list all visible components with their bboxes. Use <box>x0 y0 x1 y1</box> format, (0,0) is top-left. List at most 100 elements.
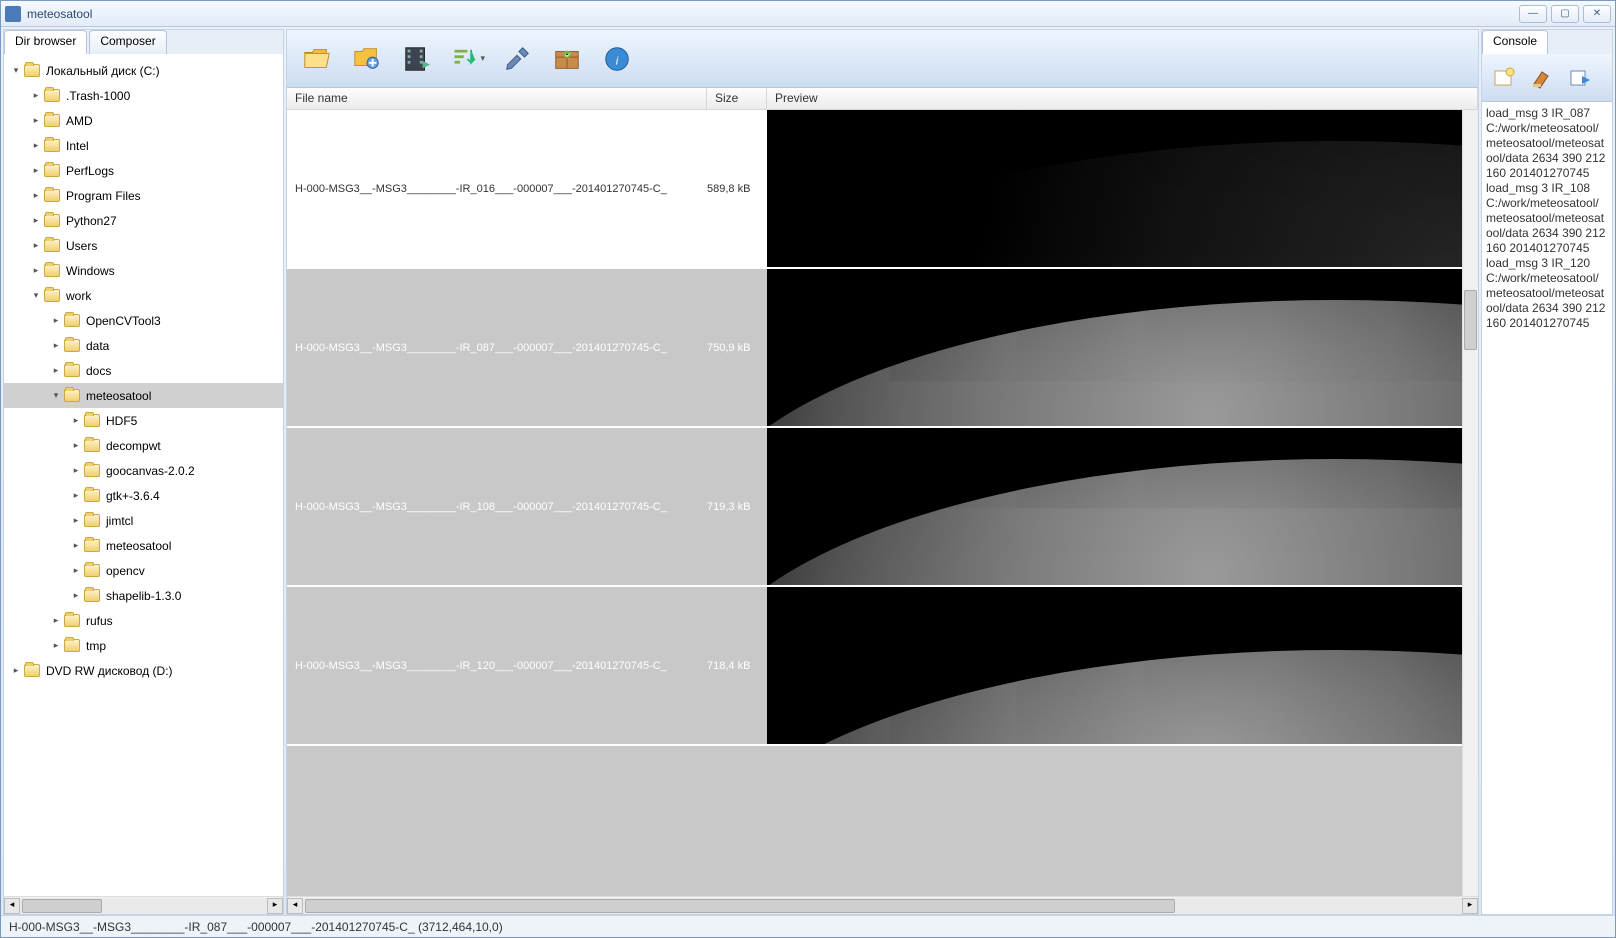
expander-icon[interactable]: ▸ <box>70 540 82 551</box>
expander-icon[interactable]: ▾ <box>50 390 62 401</box>
folder-icon <box>84 464 100 477</box>
info-button[interactable]: i <box>599 41 635 77</box>
titlebar: meteosatool — ▢ ✕ <box>1 1 1615 27</box>
tree-item-label: decompwt <box>106 439 161 453</box>
tree-item[interactable]: ▾ meteosatool <box>4 383 283 408</box>
expander-icon[interactable]: ▸ <box>30 165 42 176</box>
film-button[interactable] <box>399 41 435 77</box>
tree-item[interactable]: ▸.Trash-1000 <box>4 83 283 108</box>
tab-composer[interactable]: Composer <box>89 30 166 54</box>
expander-icon[interactable]: ▾ <box>10 65 22 76</box>
expander-icon[interactable]: ▸ <box>70 565 82 576</box>
expander-icon[interactable]: ▸ <box>30 240 42 251</box>
tree-item-label: OpenCVTool3 <box>86 314 161 328</box>
cell-filename: H-000-MSG3__-MSG3________-IR_087___-0000… <box>287 269 707 426</box>
tree-item-label: data <box>86 339 109 353</box>
console-line: load_msg 3 IR_120 C:/work/meteosatool/me… <box>1486 256 1608 331</box>
tree-item[interactable]: ▸rufus <box>4 608 283 633</box>
tree-item[interactable]: ▸meteosatool <box>4 533 283 558</box>
tree-item-label: meteosatool <box>86 389 151 403</box>
expander-icon[interactable]: ▸ <box>10 665 22 676</box>
expander-icon[interactable]: ▸ <box>50 615 62 626</box>
expander-icon[interactable]: ▸ <box>50 315 62 326</box>
tree-item[interactable]: ▸tmp <box>4 633 283 658</box>
expander-icon[interactable]: ▸ <box>70 515 82 526</box>
tab-dir-browser[interactable]: Dir browser <box>4 30 87 54</box>
console-new-button[interactable] <box>1490 64 1518 92</box>
window-title: meteosatool <box>27 7 1519 21</box>
center-hscrollbar[interactable]: ◂▸ <box>287 896 1478 914</box>
expander-icon[interactable]: ▸ <box>30 215 42 226</box>
expander-icon[interactable]: ▸ <box>30 265 42 276</box>
expander-icon[interactable]: ▸ <box>50 365 62 376</box>
status-text: H-000-MSG3__-MSG3________-IR_087___-0000… <box>9 920 503 934</box>
tab-console[interactable]: Console <box>1482 30 1548 54</box>
tree-item[interactable]: ▸shapelib-1.3.0 <box>4 583 283 608</box>
expander-icon[interactable]: ▸ <box>70 440 82 451</box>
console-line: load_msg 3 IR_087 C:/work/meteosatool/me… <box>1486 106 1608 181</box>
list-vscrollbar[interactable] <box>1462 110 1478 896</box>
expander-icon[interactable]: ▸ <box>70 590 82 601</box>
tree-item[interactable]: ▸ Python27 <box>4 208 283 233</box>
folder-icon <box>44 289 60 302</box>
tree-item[interactable]: ▸gtk+-3.6.4 <box>4 483 283 508</box>
tree-item[interactable]: ▸Intel <box>4 133 283 158</box>
expander-icon[interactable]: ▸ <box>30 115 42 126</box>
package-button[interactable] <box>549 41 585 77</box>
table-row[interactable]: H-000-MSG3__-MSG3________-IR_016___-0000… <box>287 110 1478 269</box>
satellite-image <box>767 141 1478 267</box>
expander-icon[interactable]: ▸ <box>30 140 42 151</box>
tree-item[interactable]: ▸Windows <box>4 258 283 283</box>
minimize-button[interactable]: — <box>1519 5 1547 23</box>
folder-icon <box>44 264 60 277</box>
table-row[interactable]: H-000-MSG3__-MSG3________-IR_120___-0000… <box>287 587 1478 746</box>
expander-icon[interactable]: ▸ <box>30 90 42 101</box>
file-list[interactable]: H-000-MSG3__-MSG3________-IR_016___-0000… <box>287 110 1478 896</box>
folder-icon <box>84 414 100 427</box>
close-button[interactable]: ✕ <box>1583 5 1611 23</box>
expander-icon[interactable]: ▾ <box>30 290 42 301</box>
tools-button[interactable] <box>499 41 535 77</box>
tree-item[interactable]: ▸HDF5 <box>4 408 283 433</box>
tree-item[interactable]: ▸PerfLogs <box>4 158 283 183</box>
left-tabs: Dir browser Composer <box>4 30 283 54</box>
maximize-button[interactable]: ▢ <box>1551 5 1579 23</box>
folder-icon <box>84 589 100 602</box>
tree-item[interactable]: ▸docs <box>4 358 283 383</box>
expander-icon[interactable]: ▸ <box>70 490 82 501</box>
expander-icon[interactable]: ▸ <box>50 640 62 651</box>
tree-item[interactable]: ▸jimtcl <box>4 508 283 533</box>
col-filename[interactable]: File name <box>287 88 707 109</box>
expander-icon[interactable]: ▸ <box>70 415 82 426</box>
directory-tree[interactable]: ▾ Локальный диск (C:) ▸.Trash-1000▸AMD▸Int… <box>4 54 283 896</box>
folder-settings-button[interactable] <box>349 41 385 77</box>
tree-item[interactable]: ▸goocanvas-2.0.2 <box>4 458 283 483</box>
table-row[interactable]: H-000-MSG3__-MSG3________-IR_108___-0000… <box>287 428 1478 587</box>
tree-item[interactable]: ▸opencv <box>4 558 283 583</box>
expander-icon[interactable]: ▸ <box>50 340 62 351</box>
col-size[interactable]: Size <box>707 88 767 109</box>
tree-item[interactable]: ▸DVD RW дисковод (D:) <box>4 658 283 683</box>
open-folder-button[interactable] <box>299 41 335 77</box>
tree-item[interactable]: ▸Program Files <box>4 183 283 208</box>
tree-item[interactable]: ▸AMD <box>4 108 283 133</box>
tree-item[interactable]: ▸ decompwt <box>4 433 283 458</box>
col-preview[interactable]: Preview <box>767 88 1478 109</box>
expander-icon[interactable]: ▸ <box>30 190 42 201</box>
expander-icon[interactable]: ▸ <box>70 465 82 476</box>
app-window: meteosatool — ▢ ✕ Dir browser Composer ▾… <box>0 0 1616 938</box>
tree-item[interactable]: ▸Users <box>4 233 283 258</box>
tree-hscrollbar[interactable]: ◂▸ <box>4 896 283 914</box>
tree-item[interactable]: ▾ Локальный диск (C:) <box>4 58 283 83</box>
tree-item[interactable]: ▾work <box>4 283 283 308</box>
sort-button[interactable] <box>449 41 485 77</box>
tree-item[interactable]: ▸ OpenCVTool3 <box>4 308 283 333</box>
tree-item-label: Локальный диск (C:) <box>46 64 160 78</box>
tree-item-label: Python27 <box>66 214 117 228</box>
cell-filename: H-000-MSG3__-MSG3________-IR_120___-0000… <box>287 587 707 744</box>
console-clear-button[interactable] <box>1528 64 1556 92</box>
tree-item[interactable]: ▸ data <box>4 333 283 358</box>
console-run-button[interactable] <box>1566 64 1594 92</box>
table-row[interactable]: H-000-MSG3__-MSG3________-IR_087___-0000… <box>287 269 1478 428</box>
right-panel: Console load_msg 3 IR_087 C:/work/meteos… <box>1481 29 1613 915</box>
